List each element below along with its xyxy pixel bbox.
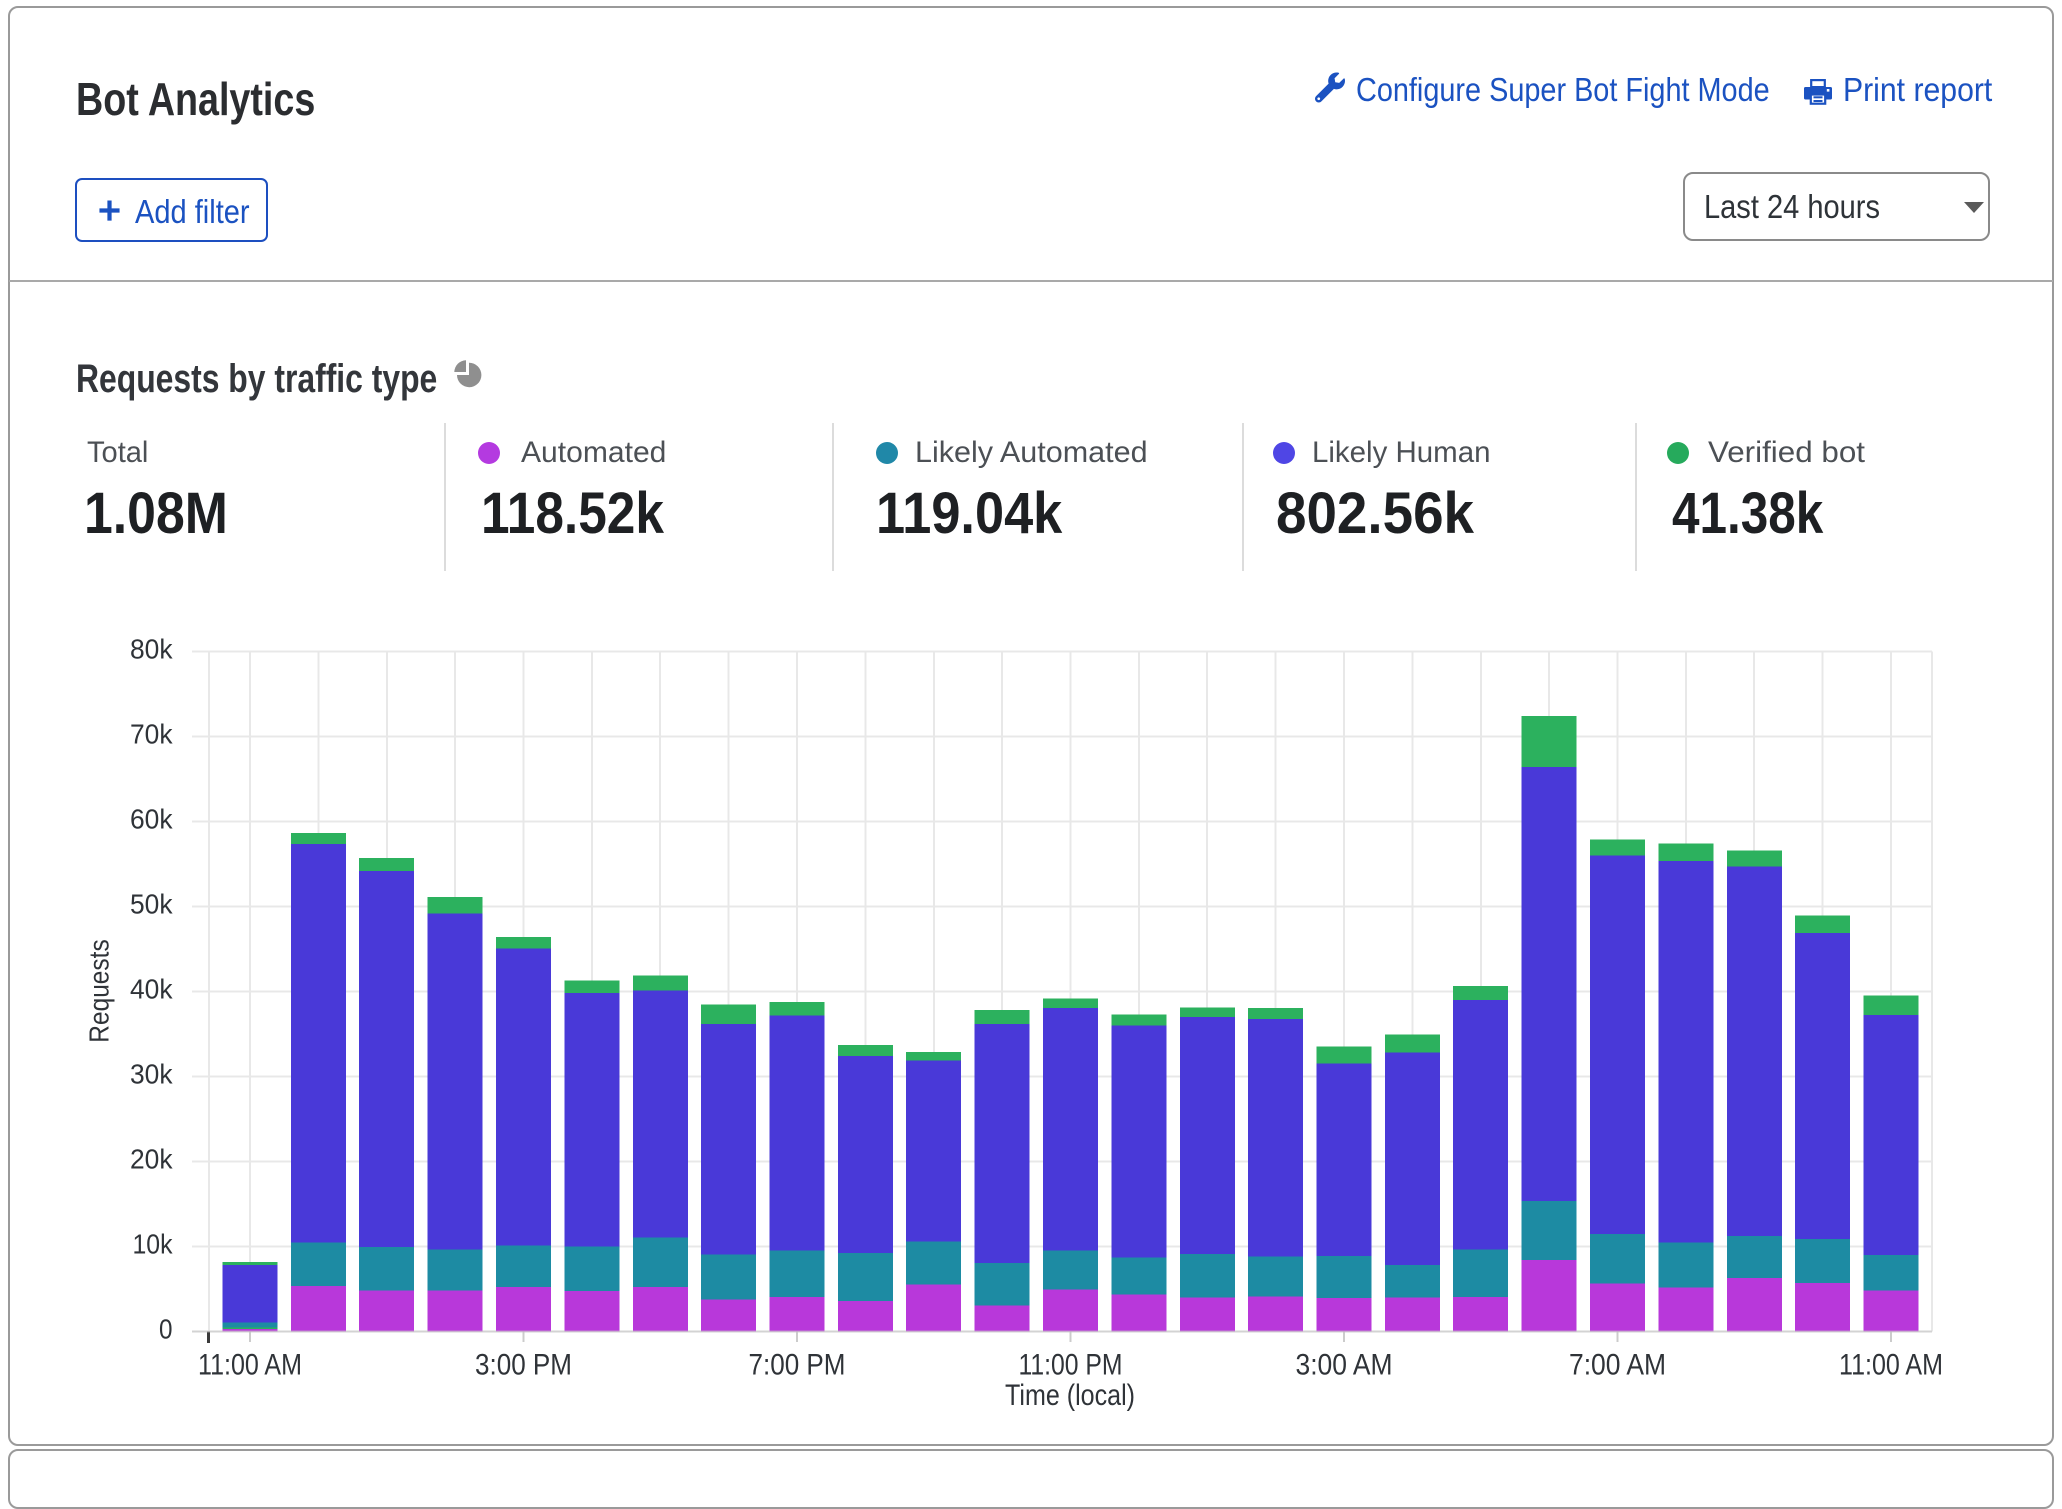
svg-text:3:00 AM: 3:00 AM: [1296, 1349, 1393, 1382]
svg-text:70k: 70k: [130, 719, 173, 750]
svg-text:10k: 10k: [133, 1229, 174, 1260]
svg-text:20k: 20k: [130, 1144, 173, 1175]
svg-text:7:00 AM: 7:00 AM: [1569, 1349, 1666, 1382]
svg-text:7:00 PM: 7:00 PM: [749, 1349, 846, 1382]
svg-text:11:00 PM: 11:00 PM: [1019, 1349, 1123, 1382]
svg-text:60k: 60k: [130, 804, 173, 835]
svg-text:11:00 AM: 11:00 AM: [1839, 1349, 1943, 1382]
svg-text:40k: 40k: [130, 974, 173, 1005]
svg-text:Time (local): Time (local): [1005, 1379, 1135, 1412]
svg-text:Requests: Requests: [84, 939, 115, 1042]
svg-text:3:00 PM: 3:00 PM: [475, 1349, 572, 1382]
svg-text:11:00 AM: 11:00 AM: [198, 1349, 302, 1382]
svg-text:50k: 50k: [130, 889, 173, 920]
svg-text:80k: 80k: [130, 634, 173, 665]
svg-text:0: 0: [159, 1314, 173, 1345]
svg-text:30k: 30k: [130, 1059, 173, 1090]
